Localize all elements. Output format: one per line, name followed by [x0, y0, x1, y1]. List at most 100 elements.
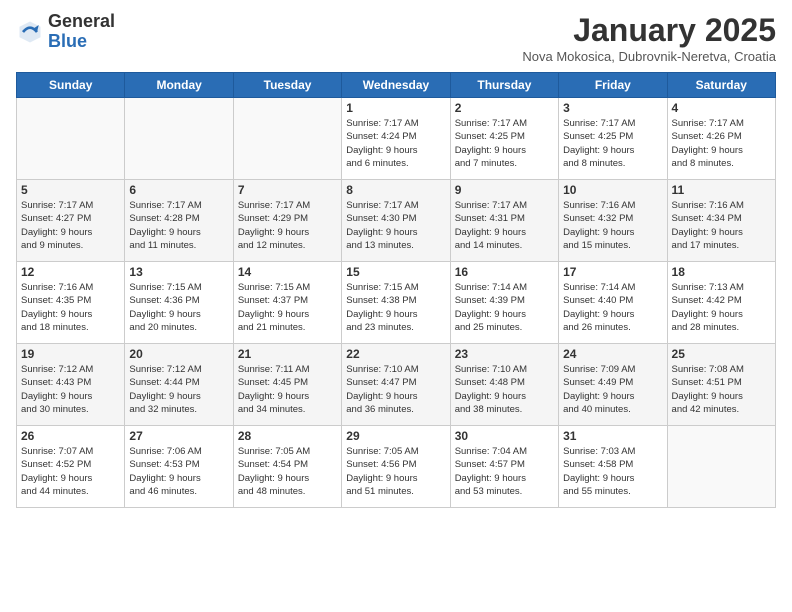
- day-info: Sunrise: 7:16 AM Sunset: 4:35 PM Dayligh…: [21, 281, 120, 334]
- day-info: Sunrise: 7:15 AM Sunset: 4:37 PM Dayligh…: [238, 281, 337, 334]
- calendar-cell: 30Sunrise: 7:04 AM Sunset: 4:57 PM Dayli…: [450, 426, 558, 508]
- day-info: Sunrise: 7:04 AM Sunset: 4:57 PM Dayligh…: [455, 445, 554, 498]
- day-info: Sunrise: 7:17 AM Sunset: 4:25 PM Dayligh…: [563, 117, 662, 170]
- day-info: Sunrise: 7:15 AM Sunset: 4:36 PM Dayligh…: [129, 281, 228, 334]
- calendar-cell: 10Sunrise: 7:16 AM Sunset: 4:32 PM Dayli…: [559, 180, 667, 262]
- day-number: 12: [21, 265, 120, 279]
- day-number: 5: [21, 183, 120, 197]
- day-number: 18: [672, 265, 771, 279]
- day-number: 10: [563, 183, 662, 197]
- calendar-cell: 23 Sunrise: 7:10 AM Sunset: 4:48 PM Dayli…: [450, 344, 558, 426]
- day-info: Sunrise: 7:17 AM Sunset: 4:29 PM Dayligh…: [238, 199, 337, 252]
- calendar-cell: 17Sunrise: 7:14 AM Sunset: 4:40 PM Dayli…: [559, 262, 667, 344]
- day-info: Sunrise: 7:17 AM Sunset: 4:31 PM Dayligh…: [455, 199, 554, 252]
- calendar-cell: 16 Sunrise: 7:14 AM Sunset: 4:39 PM Dayli…: [450, 262, 558, 344]
- day-info: Sunrise: 7:03 AM Sunset: 4:58 PM Dayligh…: [563, 445, 662, 498]
- day-info: Sunrise: 7:17 AM Sunset: 4:24 PM Dayligh…: [346, 117, 445, 170]
- day-header: Thursday: [450, 73, 558, 98]
- calendar-cell: 21Sunrise: 7:11 AM Sunset: 4:45 PM Dayli…: [233, 344, 341, 426]
- day-number: 1: [346, 101, 445, 115]
- day-info: Sunrise: 7:12 AM Sunset: 4:43 PM Dayligh…: [21, 363, 120, 416]
- calendar-cell: 7 Sunrise: 7:17 AM Sunset: 4:29 PM Daylig…: [233, 180, 341, 262]
- logo-blue: Blue: [48, 31, 87, 51]
- day-header: Tuesday: [233, 73, 341, 98]
- day-header: Monday: [125, 73, 233, 98]
- calendar-cell: 18 Sunrise: 7:13 AM Sunset: 4:42 PM Dayli…: [667, 262, 775, 344]
- calendar-cell: 5 Sunrise: 7:17 AM Sunset: 4:27 PM Daylig…: [17, 180, 125, 262]
- day-info: Sunrise: 7:16 AM Sunset: 4:34 PM Dayligh…: [672, 199, 771, 252]
- page: General Blue January 2025 Nova Mokosica,…: [0, 0, 792, 612]
- day-number: 15: [346, 265, 445, 279]
- day-info: Sunrise: 7:14 AM Sunset: 4:40 PM Dayligh…: [563, 281, 662, 334]
- day-number: 6: [129, 183, 228, 197]
- day-number: 19: [21, 347, 120, 361]
- calendar-cell: [233, 98, 341, 180]
- day-number: 13: [129, 265, 228, 279]
- day-info: Sunrise: 7:13 AM Sunset: 4:42 PM Dayligh…: [672, 281, 771, 334]
- day-info: Sunrise: 7:17 AM Sunset: 4:25 PM Dayligh…: [455, 117, 554, 170]
- calendar-cell: 4Sunrise: 7:17 AM Sunset: 4:26 PM Daylig…: [667, 98, 775, 180]
- calendar-cell: 29 Sunrise: 7:05 AM Sunset: 4:56 PM Dayli…: [342, 426, 450, 508]
- day-number: 26: [21, 429, 120, 443]
- calendar-week: 5 Sunrise: 7:17 AM Sunset: 4:27 PM Daylig…: [17, 180, 776, 262]
- day-info: Sunrise: 7:17 AM Sunset: 4:28 PM Dayligh…: [129, 199, 228, 252]
- day-number: 29: [346, 429, 445, 443]
- calendar-cell: 8 Sunrise: 7:17 AM Sunset: 4:30 PM Daylig…: [342, 180, 450, 262]
- day-number: 22: [346, 347, 445, 361]
- calendar-cell: [125, 98, 233, 180]
- day-info: Sunrise: 7:07 AM Sunset: 4:52 PM Dayligh…: [21, 445, 120, 498]
- calendar-cell: [17, 98, 125, 180]
- title-area: January 2025 Nova Mokosica, Dubrovnik-Ne…: [522, 12, 776, 64]
- calendar-header: SundayMondayTuesdayWednesdayThursdayFrid…: [17, 73, 776, 98]
- day-number: 24: [563, 347, 662, 361]
- day-number: 20: [129, 347, 228, 361]
- calendar-cell: [667, 426, 775, 508]
- calendar-cell: 26 Sunrise: 7:07 AM Sunset: 4:52 PM Dayli…: [17, 426, 125, 508]
- calendar-cell: 2Sunrise: 7:17 AM Sunset: 4:25 PM Daylig…: [450, 98, 558, 180]
- calendar-cell: 1 Sunrise: 7:17 AM Sunset: 4:24 PM Daylig…: [342, 98, 450, 180]
- calendar-week: 19 Sunrise: 7:12 AM Sunset: 4:43 PM Dayli…: [17, 344, 776, 426]
- location: Nova Mokosica, Dubrovnik-Neretva, Croati…: [522, 49, 776, 64]
- calendar-cell: 3 Sunrise: 7:17 AM Sunset: 4:25 PM Daylig…: [559, 98, 667, 180]
- day-info: Sunrise: 7:10 AM Sunset: 4:47 PM Dayligh…: [346, 363, 445, 416]
- day-info: Sunrise: 7:11 AM Sunset: 4:45 PM Dayligh…: [238, 363, 337, 416]
- calendar-cell: 12 Sunrise: 7:16 AM Sunset: 4:35 PM Dayli…: [17, 262, 125, 344]
- calendar-cell: 9 Sunrise: 7:17 AM Sunset: 4:31 PM Daylig…: [450, 180, 558, 262]
- day-info: Sunrise: 7:12 AM Sunset: 4:44 PM Dayligh…: [129, 363, 228, 416]
- calendar-cell: 27 Sunrise: 7:06 AM Sunset: 4:53 PM Dayli…: [125, 426, 233, 508]
- calendar-week: 12 Sunrise: 7:16 AM Sunset: 4:35 PM Dayli…: [17, 262, 776, 344]
- logo-general: General: [48, 11, 115, 31]
- day-info: Sunrise: 7:06 AM Sunset: 4:53 PM Dayligh…: [129, 445, 228, 498]
- day-info: Sunrise: 7:05 AM Sunset: 4:56 PM Dayligh…: [346, 445, 445, 498]
- day-number: 14: [238, 265, 337, 279]
- day-number: 27: [129, 429, 228, 443]
- day-number: 31: [563, 429, 662, 443]
- calendar-cell: 6 Sunrise: 7:17 AM Sunset: 4:28 PM Daylig…: [125, 180, 233, 262]
- day-info: Sunrise: 7:09 AM Sunset: 4:49 PM Dayligh…: [563, 363, 662, 416]
- logo-text: General Blue: [48, 12, 115, 52]
- calendar-body: 1 Sunrise: 7:17 AM Sunset: 4:24 PM Daylig…: [17, 98, 776, 508]
- day-info: Sunrise: 7:17 AM Sunset: 4:27 PM Dayligh…: [21, 199, 120, 252]
- day-number: 7: [238, 183, 337, 197]
- day-header: Saturday: [667, 73, 775, 98]
- calendar-cell: 13 Sunrise: 7:15 AM Sunset: 4:36 PM Dayli…: [125, 262, 233, 344]
- logo-icon: [16, 18, 44, 46]
- calendar-week: 1 Sunrise: 7:17 AM Sunset: 4:24 PM Daylig…: [17, 98, 776, 180]
- day-info: Sunrise: 7:10 AM Sunset: 4:48 PM Dayligh…: [455, 363, 554, 416]
- day-number: 25: [672, 347, 771, 361]
- day-info: Sunrise: 7:14 AM Sunset: 4:39 PM Dayligh…: [455, 281, 554, 334]
- calendar-cell: 15Sunrise: 7:15 AM Sunset: 4:38 PM Dayli…: [342, 262, 450, 344]
- day-header: Wednesday: [342, 73, 450, 98]
- day-number: 23: [455, 347, 554, 361]
- day-info: Sunrise: 7:17 AM Sunset: 4:30 PM Dayligh…: [346, 199, 445, 252]
- day-number: 16: [455, 265, 554, 279]
- day-number: 11: [672, 183, 771, 197]
- day-number: 9: [455, 183, 554, 197]
- calendar-cell: 14 Sunrise: 7:15 AM Sunset: 4:37 PM Dayli…: [233, 262, 341, 344]
- logo: General Blue: [16, 12, 115, 52]
- calendar: SundayMondayTuesdayWednesdayThursdayFrid…: [16, 72, 776, 508]
- day-number: 3: [563, 101, 662, 115]
- calendar-cell: 19 Sunrise: 7:12 AM Sunset: 4:43 PM Dayli…: [17, 344, 125, 426]
- day-number: 8: [346, 183, 445, 197]
- day-header: Sunday: [17, 73, 125, 98]
